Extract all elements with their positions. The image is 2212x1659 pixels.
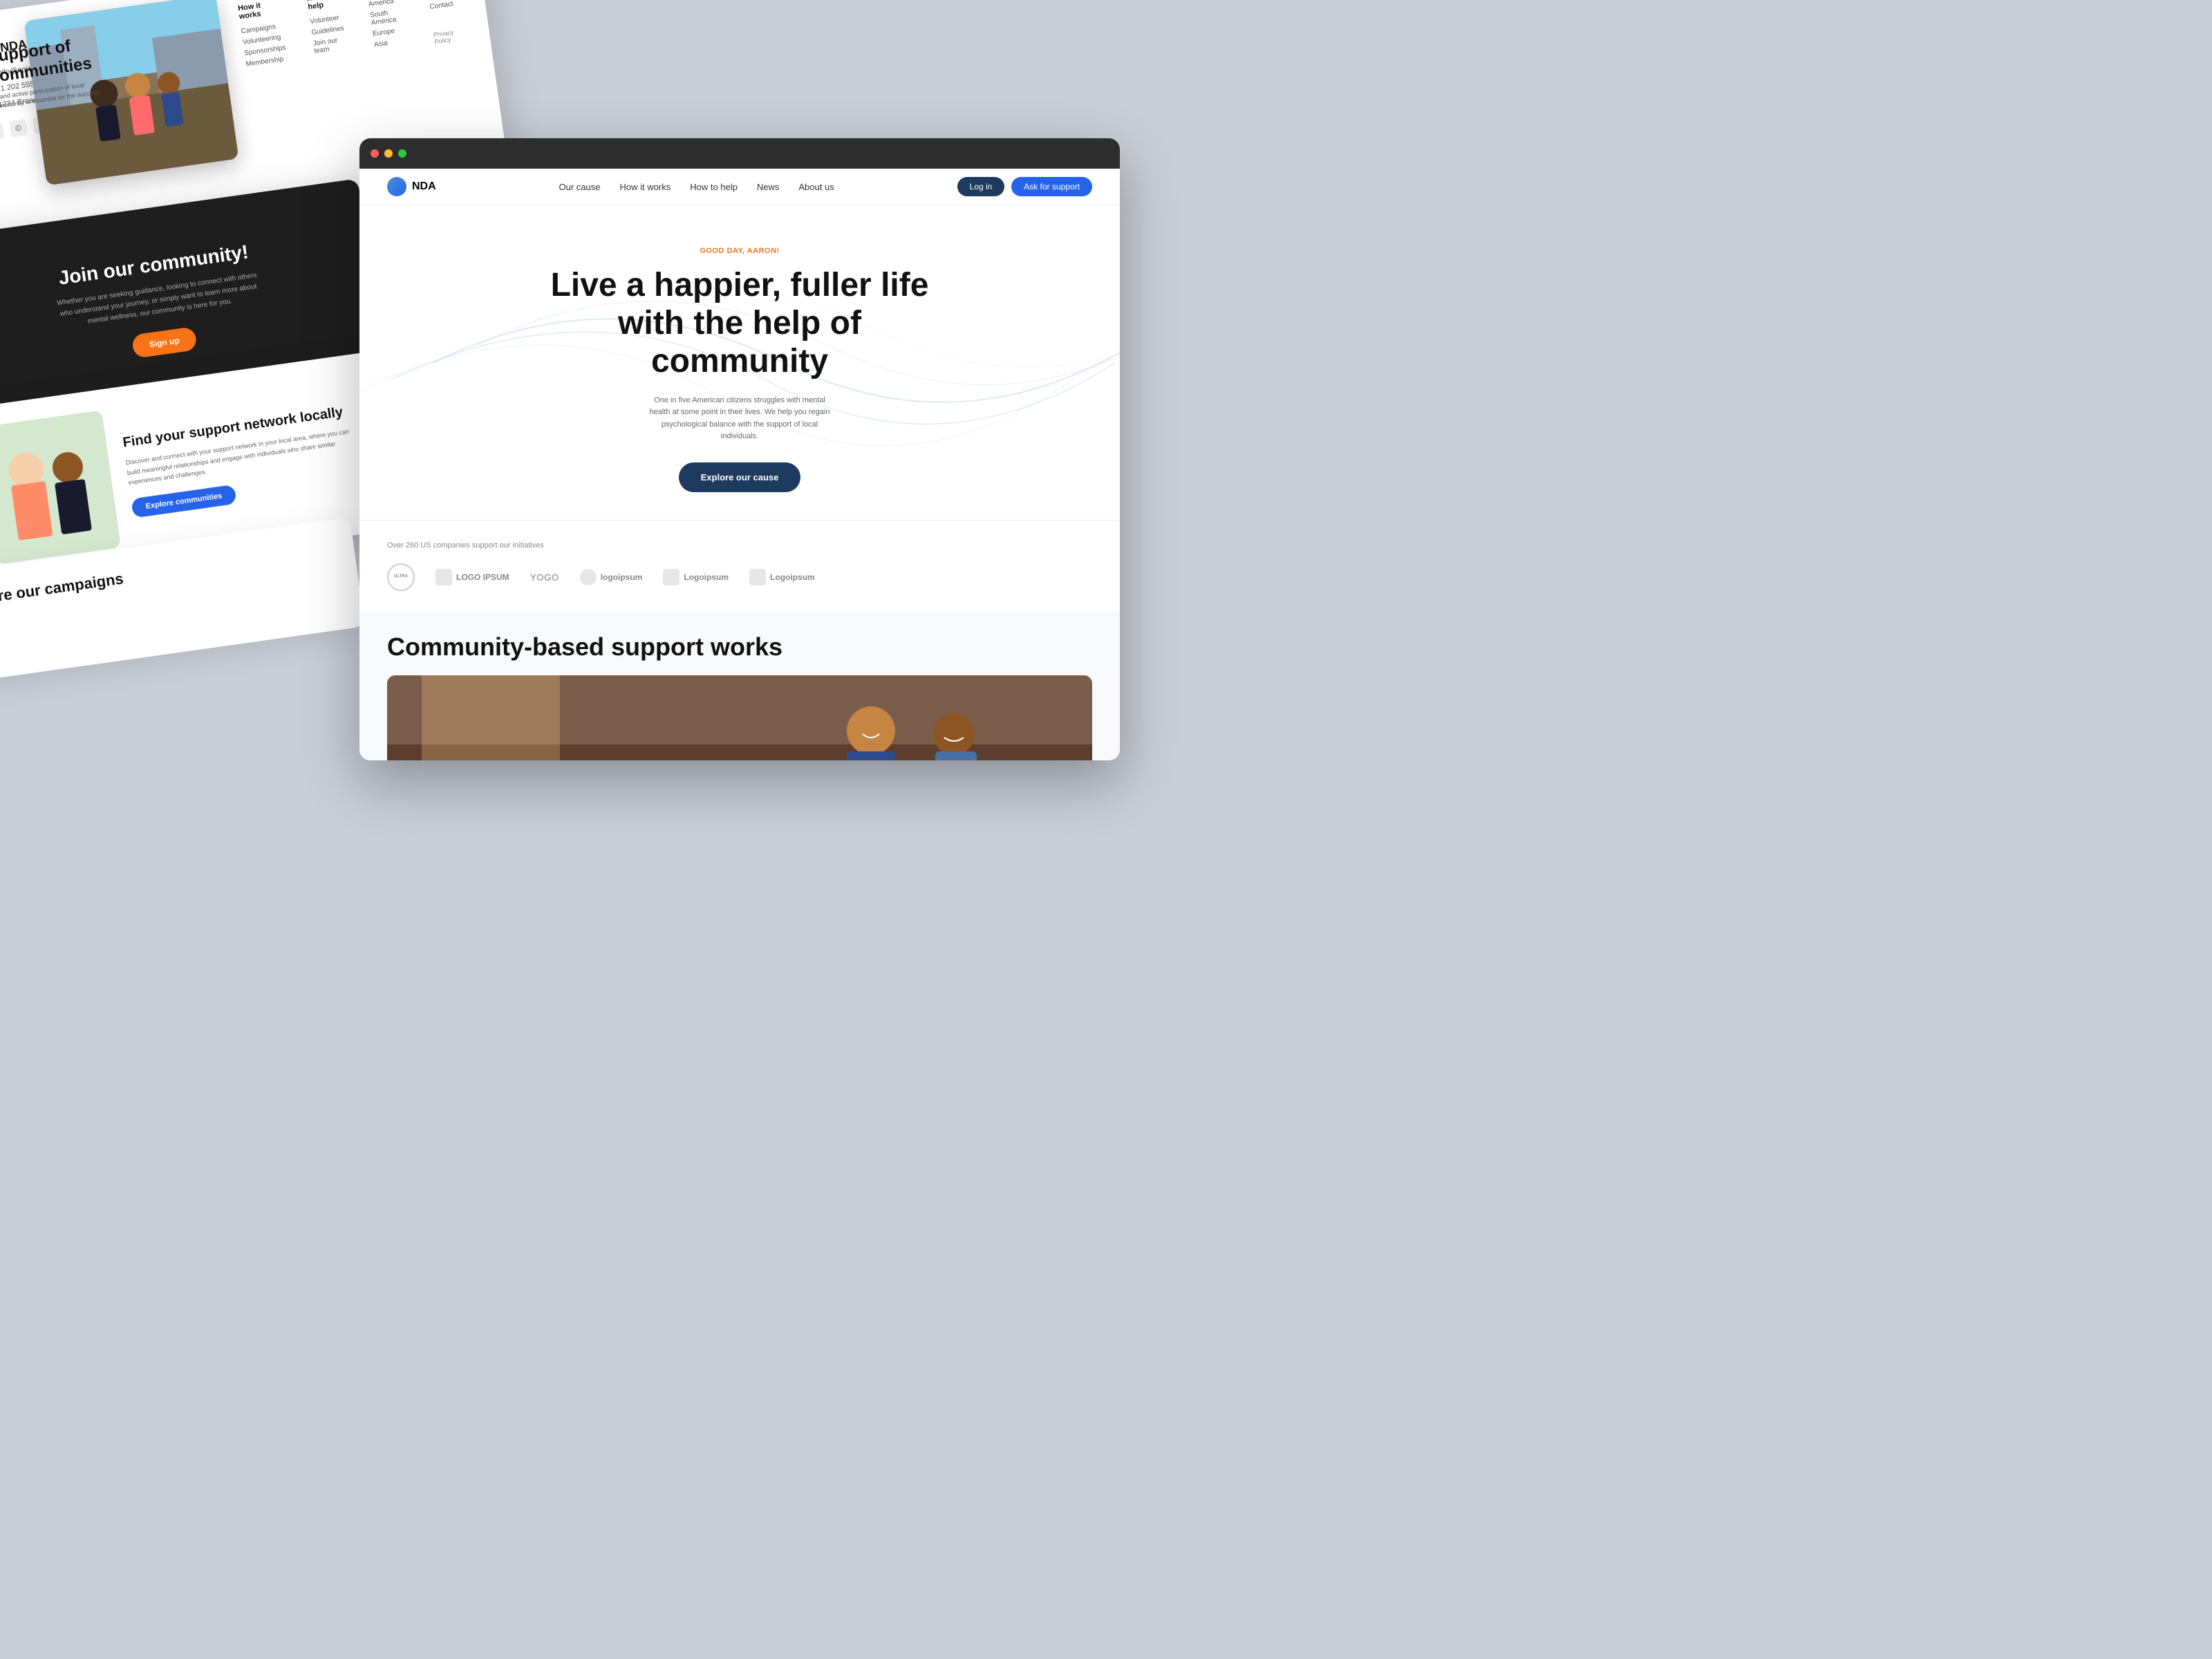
community-based-title: Community-based support works (387, 612, 1092, 675)
footer-link-membership[interactable]: Membership (245, 55, 288, 68)
browser-chrome (359, 138, 1120, 169)
nav-link-news[interactable]: News (757, 182, 780, 192)
footer-link-join-team[interactable]: Join our team (312, 35, 347, 55)
footer-link-asia[interactable]: Asia (374, 37, 407, 48)
browser-minimize-button[interactable] (384, 149, 393, 158)
footer-link-contact[interactable]: Contact (429, 0, 458, 11)
logos-section: Over 260 US companies support our initia… (359, 520, 1120, 612)
browser-close-button[interactable] (371, 149, 379, 158)
browser-window: NDA Our cause How it works How to help N… (359, 138, 1120, 760)
logo-icon-1 (435, 569, 452, 585)
footer-link-south-america[interactable]: South America (370, 8, 404, 27)
logos-label: Over 260 US companies support our initia… (387, 541, 1092, 550)
footer-privacy[interactable]: Privacy Policy (433, 28, 462, 45)
nav-link-help[interactable]: How to help (690, 182, 738, 192)
logo-item-2: YOGO (530, 572, 559, 583)
browser-body: NDA Our cause How it works How to help N… (359, 169, 1120, 760)
footer-col-regions: North America South America Europe Asia (366, 0, 412, 86)
nav-link-works[interactable]: How it works (620, 182, 671, 192)
hero-title: Live a happier, fuller life with the hel… (550, 266, 930, 381)
hero-greeting: GOOD DAY, AARON! (387, 247, 1092, 255)
logo-icon-4 (663, 569, 679, 585)
footer-link-guidelines[interactable]: Guidelines (311, 25, 344, 37)
logo-item-3: logoipsum (580, 569, 643, 585)
hero-cta: Explore our cause (387, 462, 1092, 492)
nav-logo-icon (387, 177, 406, 196)
nav-actions: Log in Ask for support (957, 177, 1092, 196)
hero-section: GOOD DAY, AARON! Live a happier, fuller … (359, 205, 1120, 520)
logo-icon-5 (749, 569, 766, 585)
footer-col-works-heading: How it works (237, 0, 281, 21)
footer-link-europe[interactable]: Europe (372, 26, 405, 37)
nav-logo: NDA (387, 177, 436, 196)
footer-col-help: How to help Volunteer Guidelines Join ou… (306, 0, 353, 94)
nav-link-about[interactable]: About us (798, 182, 834, 192)
support-photo (0, 410, 121, 564)
footer-col-help-heading: How to help (306, 0, 341, 11)
community-photo-area: ULTRA AWARD health organizations (387, 675, 1092, 760)
logo-item-5: Logoipsum (749, 569, 815, 585)
community-based-section: Community-based support works (359, 612, 1120, 760)
ultra-award-badge: ULTRA (387, 563, 415, 591)
explore-communities-button[interactable]: Explore communities (131, 484, 237, 518)
nav-link-cause[interactable]: Our cause (559, 182, 601, 192)
twitter-icon[interactable]: © (9, 119, 28, 138)
footer-link-volunteer[interactable]: Volunteer (310, 14, 343, 26)
ask-support-button[interactable]: Ask for support (1011, 177, 1092, 196)
navbar: NDA Our cause How it works How to help N… (359, 169, 1120, 205)
footer-link-north-america[interactable]: North America (367, 0, 402, 8)
hero-cta-button[interactable]: Explore our cause (679, 462, 801, 492)
footer-col-works: How it works Campaigns Volunteering Spon… (237, 0, 292, 104)
logos-row: ULTRA LOGO IPSUM YOGO logoipsum Logoipsu… (387, 563, 1092, 591)
nav-links: Our cause How it works How to help News … (559, 182, 834, 192)
logo-item-1: LOGO IPSUM (435, 569, 509, 585)
nav-logo-text: NDA (412, 180, 436, 193)
hero-subtitle: One in five American citizens struggles … (643, 395, 836, 443)
logo-item-4: Logoipsum (663, 569, 729, 585)
logo-icon-3 (580, 569, 597, 585)
footer-col-about: Our story Contact Privacy Policy (426, 0, 467, 77)
facebook-icon[interactable]: f (0, 122, 4, 141)
signup-button[interactable]: Sign up (131, 326, 198, 358)
login-button[interactable]: Log in (957, 177, 1005, 196)
support-text-area: Find your support network locally Discov… (122, 402, 364, 518)
browser-maximize-button[interactable] (398, 149, 406, 158)
